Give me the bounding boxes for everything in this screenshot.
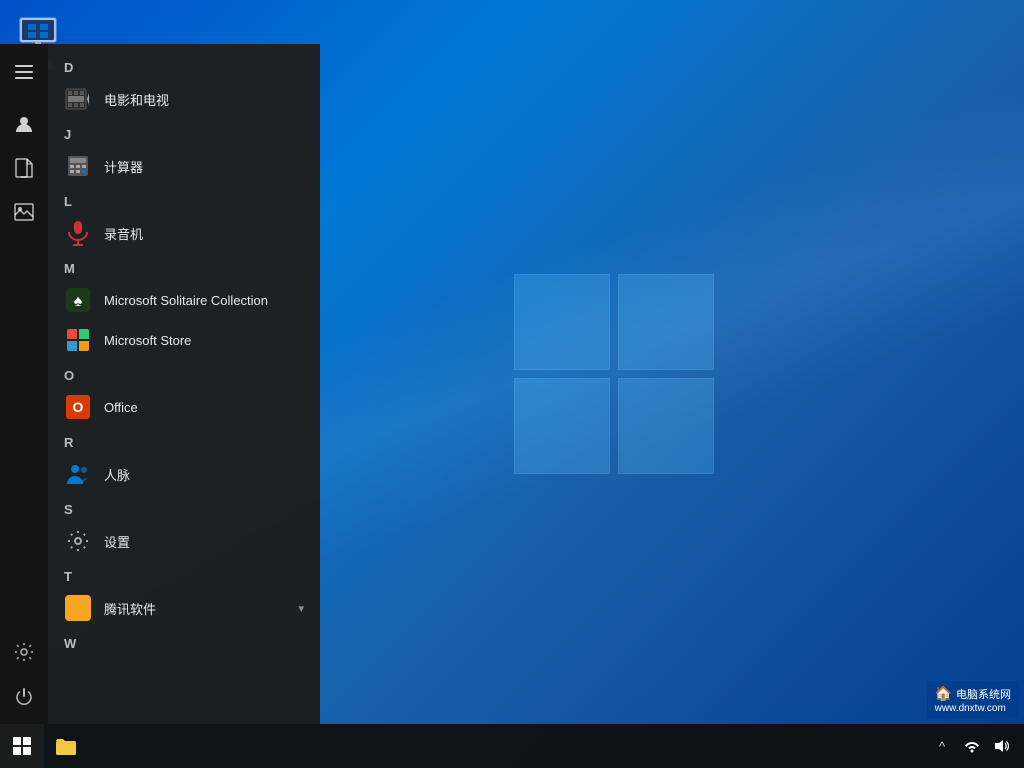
tencent-expand-arrow[interactable]: ▾ <box>298 602 304 615</box>
windows-flag-icon <box>13 737 31 755</box>
taskbar: ^ <box>0 724 1024 768</box>
section-d: D <box>48 52 320 79</box>
taskbar-right: ^ <box>928 724 1024 768</box>
watermark-text: 电脑系统网 <box>956 689 1011 701</box>
ham-line-1 <box>15 65 33 67</box>
app-item-calculator[interactable]: 计算器 <box>48 146 320 186</box>
app-item-movies[interactable]: 电影和电视 <box>48 79 320 119</box>
film-icon <box>64 85 92 113</box>
app-item-settings[interactable]: 设置 <box>48 521 320 561</box>
app-item-tencent[interactable]: 腾讯软件 ▾ <box>48 588 320 628</box>
section-s: S <box>48 494 320 521</box>
app-item-people[interactable]: 人脉 <box>48 454 320 494</box>
network-tray-icon[interactable] <box>958 724 986 768</box>
app-name-store: Microsoft Store <box>104 333 191 348</box>
file-explorer-taskbar-button[interactable] <box>44 724 88 768</box>
start-sidebar <box>0 44 48 724</box>
app-item-recorder[interactable]: 录音机 <box>48 213 320 253</box>
section-r: R <box>48 427 320 454</box>
tencent-icon <box>64 594 92 622</box>
people-icon <box>64 460 92 488</box>
microphone-icon <box>64 219 92 247</box>
app-name-people: 人脉 <box>104 465 130 484</box>
sidebar-file-button[interactable] <box>4 148 44 188</box>
store-icon <box>64 326 92 354</box>
start-button[interactable] <box>0 724 44 768</box>
hamburger-button[interactable] <box>4 52 44 92</box>
watermark: 🏠 电脑系统网 www.dnxtw.com <box>927 681 1019 718</box>
start-menu: D 电影和电视 <box>0 44 320 724</box>
volume-tray-icon[interactable] <box>988 724 1016 768</box>
sidebar-user-button[interactable] <box>4 104 44 144</box>
section-t: T <box>48 561 320 588</box>
sidebar-settings-button[interactable] <box>4 632 44 672</box>
office-icon: O <box>64 393 92 421</box>
calculator-icon <box>64 152 92 180</box>
ham-line-3 <box>15 77 33 79</box>
settings-app-icon <box>64 527 92 555</box>
app-name-calculator: 计算器 <box>104 157 143 176</box>
app-name-recorder: 录音机 <box>104 224 143 243</box>
desktop: 此电脑 <box>0 0 1024 768</box>
app-name-tencent: 腾讯软件 <box>104 599 156 618</box>
tencent-row: 腾讯软件 ▾ <box>104 599 304 618</box>
section-j: J <box>48 119 320 146</box>
app-item-solitaire[interactable]: ♠ Microsoft Solitaire Collection <box>48 280 320 320</box>
section-l: L <box>48 186 320 213</box>
svg-text:♠: ♠ <box>74 293 83 310</box>
windows-logo-desktop <box>514 274 714 474</box>
app-list[interactable]: D 电影和电视 <box>48 44 320 724</box>
app-name-office: Office <box>104 400 138 415</box>
sidebar-power-button[interactable] <box>4 676 44 716</box>
app-name-settings: 设置 <box>104 532 130 551</box>
solitaire-icon: ♠ <box>64 286 92 314</box>
ham-line-2 <box>15 71 33 73</box>
app-name-solitaire: Microsoft Solitaire Collection <box>104 293 268 308</box>
system-tray: ^ <box>928 724 1016 768</box>
start-sidebar-bottom <box>4 632 44 716</box>
app-item-store[interactable]: Microsoft Store <box>48 320 320 360</box>
section-w: W <box>48 628 320 655</box>
app-name-movies: 电影和电视 <box>104 90 169 109</box>
tray-chevron-symbol: ^ <box>939 739 945 754</box>
sidebar-photos-button[interactable] <box>4 192 44 232</box>
app-item-office[interactable]: O Office <box>48 387 320 427</box>
section-o: O <box>48 360 320 387</box>
tray-chevron[interactable]: ^ <box>928 724 956 768</box>
watermark-line1: 🏠 <box>935 685 956 701</box>
watermark-url: www.dnxtw.com <box>935 703 1006 714</box>
section-m: M <box>48 253 320 280</box>
